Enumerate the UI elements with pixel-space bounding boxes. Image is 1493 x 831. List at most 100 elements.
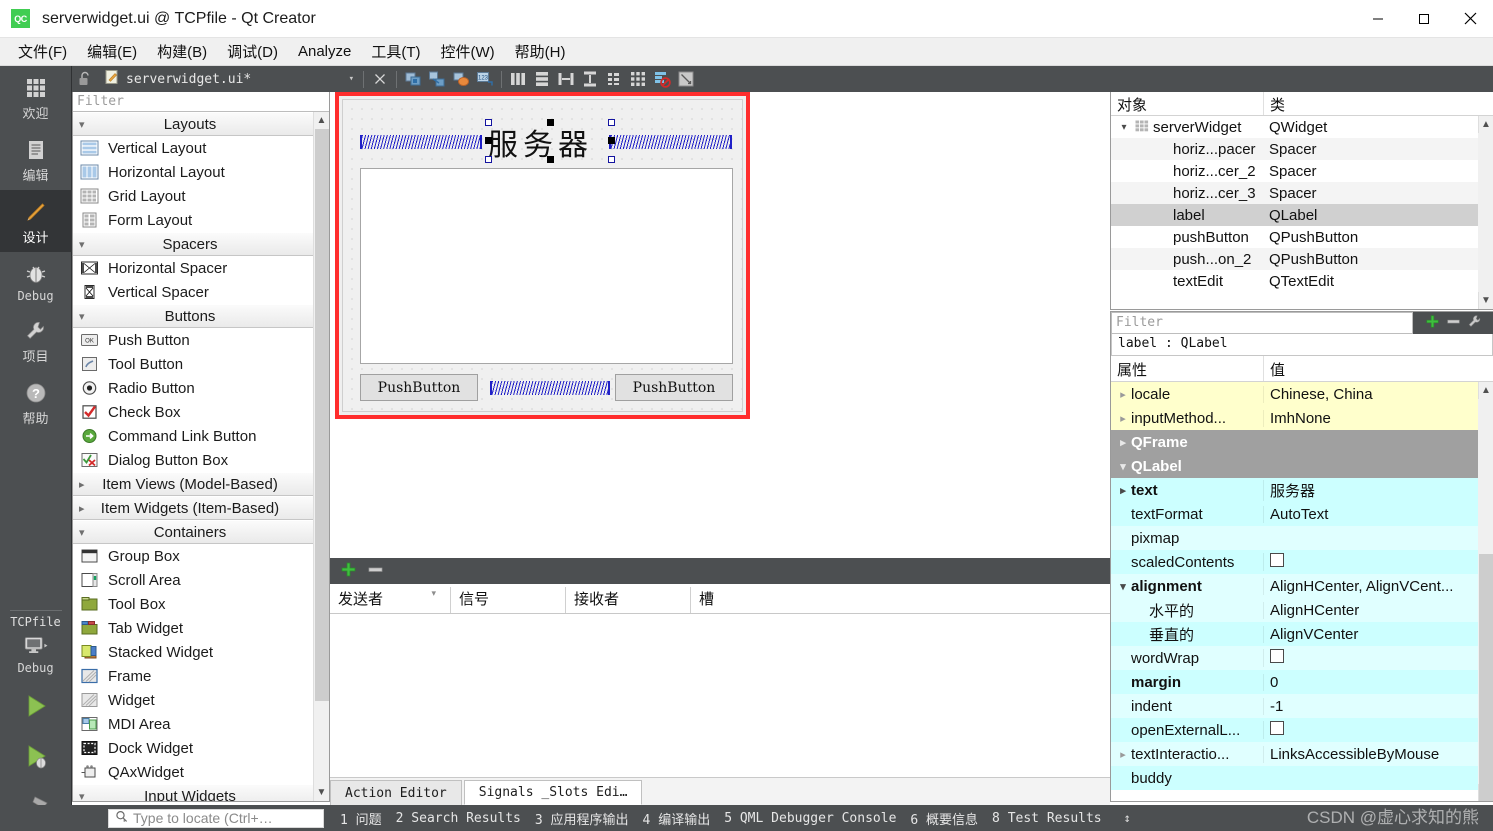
scrollbar-thumb[interactable] — [314, 129, 329, 701]
object-inspector-scrollbar[interactable]: ▲ ▼ — [1478, 116, 1493, 309]
property-value-label[interactable]: Chinese, China — [1263, 385, 1478, 403]
chevron-down-icon[interactable]: ▾ — [1115, 580, 1131, 593]
widget-box-section-layouts[interactable]: ▾ Layouts — [73, 112, 313, 136]
widget-item-tab-widget[interactable]: Tab Widget — [73, 616, 313, 640]
form-pushbutton-right[interactable]: PushButton — [615, 374, 733, 401]
widget-item-check-box[interactable]: Check Box — [73, 400, 313, 424]
form-label-title[interactable]: 服务器 — [488, 120, 593, 164]
column-header-signal[interactable]: 信号 — [450, 587, 565, 613]
property-value-label[interactable]: AlignHCenter, AlignVCent... — [1263, 577, 1478, 595]
property-row-inputmethodhints[interactable]: ▸ inputMethod... ImhNone — [1111, 406, 1478, 430]
output-tab-test-results[interactable]: 8 Test Results — [992, 811, 1102, 826]
output-tab-application-output[interactable]: 3 应用程序输出 — [535, 809, 629, 828]
output-tab-general-messages[interactable]: 6 概要信息 — [910, 809, 978, 828]
selection-handle-top-right[interactable] — [608, 119, 615, 126]
scrollbar-track[interactable] — [1478, 399, 1493, 801]
mode-help[interactable]: ? 帮助 — [0, 371, 72, 433]
property-row-alignment-vertical[interactable]: 垂直的 AlignVCenter — [1111, 622, 1478, 646]
property-value-label[interactable]: 服务器 — [1263, 479, 1478, 501]
selection-handle-middle-left[interactable] — [485, 137, 492, 144]
output-pane-toggle-icon[interactable]: ↕ — [1124, 811, 1131, 825]
chevron-down-icon[interactable]: ▾ — [349, 74, 354, 84]
layout-splitter-horizontal-button[interactable] — [555, 69, 577, 90]
layout-horizontally-button[interactable] — [507, 69, 529, 90]
openexternallinks-checkbox[interactable] — [1270, 721, 1284, 735]
column-header-sender[interactable]: 发送者 ▾ — [330, 587, 450, 613]
property-row-openexternallinks[interactable]: openExternalL... — [1111, 718, 1478, 742]
widget-item-qax-widget[interactable]: QAxWidget — [73, 760, 313, 784]
chevron-right-icon[interactable]: ▸ — [1115, 436, 1131, 449]
scroll-down-icon[interactable]: ▼ — [1478, 292, 1493, 309]
break-layout-button[interactable] — [651, 69, 673, 90]
output-tab-search-results[interactable]: 2 Search Results — [396, 811, 521, 826]
property-value-label[interactable]: 0 — [1263, 673, 1478, 691]
widget-item-push-button[interactable]: OK Push Button — [73, 328, 313, 352]
property-group-qlabel[interactable]: ▾ QLabel — [1111, 454, 1478, 478]
property-row-alignment[interactable]: ▾ alignment AlignHCenter, AlignVCent... — [1111, 574, 1478, 598]
widget-item-vertical-spacer[interactable]: Vertical Spacer — [73, 280, 313, 304]
property-row-locale[interactable]: ▸ locale Chinese, China — [1111, 382, 1478, 406]
selection-handle-bottom-right[interactable] — [608, 156, 615, 163]
open-document-combo[interactable]: serverwidget.ui* ▾ — [100, 68, 358, 90]
menu-debug[interactable]: 调试(D) — [217, 38, 288, 65]
adjust-size-button[interactable] — [675, 69, 697, 90]
property-value-label[interactable]: -1 — [1263, 697, 1478, 715]
widget-box-section-item-views[interactable]: ▸ Item Views (Model-Based) — [73, 472, 313, 496]
scroll-up-icon[interactable]: ▲ — [1478, 382, 1493, 399]
signals-slots-table-body[interactable] — [330, 614, 1110, 777]
widget-box-section-containers[interactable]: ▾ Containers — [73, 520, 313, 544]
widget-item-group-box[interactable]: Group Box — [73, 544, 313, 568]
selection-handle-top-left[interactable] — [485, 119, 492, 126]
output-tab-issues[interactable]: 1 问题 — [340, 809, 382, 828]
mode-welcome[interactable]: 欢迎 — [0, 66, 72, 128]
property-editor-scrollbar[interactable]: ▲ ▼ — [1478, 382, 1493, 801]
property-row-buddy[interactable]: buddy — [1111, 766, 1478, 790]
chevron-right-icon[interactable]: ▸ — [1115, 388, 1131, 401]
scroll-up-icon[interactable]: ▲ — [1478, 116, 1493, 133]
remove-property-button[interactable] — [1446, 314, 1461, 332]
chevron-right-icon[interactable]: ▸ — [1115, 748, 1131, 761]
widget-item-horizontal-layout[interactable]: Horizontal Layout — [73, 160, 313, 184]
menu-build[interactable]: 构建(B) — [147, 38, 217, 65]
minimize-button[interactable] — [1355, 0, 1401, 38]
property-value-cell[interactable] — [1263, 721, 1478, 739]
add-property-button[interactable] — [1425, 314, 1440, 332]
property-group-qframe[interactable]: ▸ QFrame — [1111, 430, 1478, 454]
scrollbar-thumb[interactable] — [1479, 554, 1493, 801]
property-value-label[interactable]: AutoText — [1263, 505, 1478, 523]
mode-projects[interactable]: 项目 — [0, 309, 72, 371]
widget-box-filter-input[interactable]: Filter — [73, 92, 329, 112]
selection-handle-bottom-center[interactable] — [547, 156, 554, 163]
widget-box-section-buttons[interactable]: ▾ Buttons — [73, 304, 313, 328]
table-row[interactable]: ▾ serverWidget QWidget — [1111, 116, 1478, 138]
widget-item-tool-box[interactable]: Tool Box — [73, 592, 313, 616]
layout-in-grid-button[interactable] — [627, 69, 649, 90]
maximize-button[interactable] — [1401, 0, 1447, 38]
selection-handle-bottom-left[interactable] — [485, 156, 492, 163]
close-document-button[interactable] — [369, 69, 391, 90]
form-textedit[interactable] — [360, 168, 733, 364]
layout-in-form-button[interactable] — [603, 69, 625, 90]
widget-item-horizontal-spacer[interactable]: Horizontal Spacer — [73, 256, 313, 280]
property-row-alignment-horizontal[interactable]: 水平的 AlignHCenter — [1111, 598, 1478, 622]
scroll-down-icon[interactable]: ▼ — [314, 784, 330, 801]
widget-box-section-spacers[interactable]: ▾ Spacers — [73, 232, 313, 256]
tab-action-editor[interactable]: Action Editor — [330, 780, 462, 805]
property-row-pixmap[interactable]: pixmap — [1111, 526, 1478, 550]
chevron-down-icon[interactable]: ▾ — [1115, 460, 1131, 473]
table-row-selected[interactable]: label QLabel — [1111, 204, 1478, 226]
widget-item-tool-button[interactable]: Tool Button — [73, 352, 313, 376]
widget-item-stacked-widget[interactable]: Stacked Widget — [73, 640, 313, 664]
column-header-class[interactable]: 类 — [1263, 92, 1493, 115]
property-value-label[interactable]: ImhNone — [1263, 409, 1478, 427]
widget-item-vertical-layout[interactable]: Vertical Layout — [73, 136, 313, 160]
tab-signals-slots-editor[interactable]: Signals _Slots Edi… — [463, 780, 643, 805]
widget-item-form-layout[interactable]: Form Layout — [73, 208, 313, 232]
widget-box-section-item-widgets[interactable]: ▸ Item Widgets (Item-Based) — [73, 496, 313, 520]
widget-item-frame[interactable]: Frame — [73, 664, 313, 688]
horizontal-spacer-1[interactable] — [360, 135, 482, 149]
chevron-right-icon[interactable]: ▸ — [1115, 412, 1131, 425]
chevron-down-icon[interactable]: ▾ — [1117, 122, 1131, 133]
property-row-indent[interactable]: indent -1 — [1111, 694, 1478, 718]
form-serverwidget[interactable]: 服务器 PushButton PushButton — [342, 99, 743, 412]
